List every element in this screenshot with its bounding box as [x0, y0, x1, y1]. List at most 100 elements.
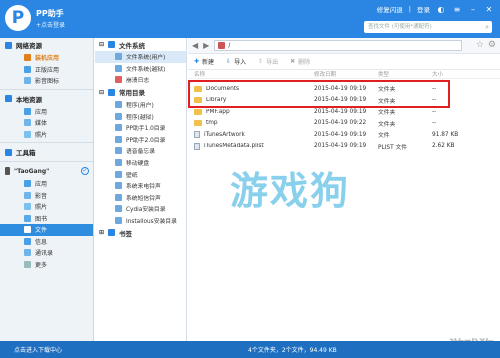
folder-icon [115, 135, 122, 143]
bookmarks-header[interactable]: ⊞ 书签 [95, 226, 186, 239]
tree-item-common[interactable]: 程序(用户) [95, 99, 186, 111]
connected-check-icon: ✓ [81, 167, 89, 175]
gear-icon[interactable]: ⚙ [488, 40, 496, 50]
login-top-link[interactable]: 登录 [417, 4, 430, 14]
folder-icon [115, 101, 122, 109]
collapse-icon: ⊟ [99, 88, 105, 96]
local-resources-header[interactable]: 本地资源 [0, 92, 93, 106]
folder-icon [194, 120, 202, 127]
grid-icon [108, 41, 116, 48]
file-icon [194, 142, 200, 150]
sidebar-item-local-media[interactable]: 媒体 [0, 117, 93, 129]
tree-item-crash-logs[interactable]: 崩溃日志 [95, 74, 186, 86]
network-resources-header[interactable]: 网络资源 [0, 38, 93, 52]
table-row[interactable]: iTunesMetadata.plist 2015-04-19 09:19 PL… [188, 141, 500, 153]
list-icon [108, 88, 116, 96]
tree-item-common[interactable]: 壁纸 [95, 168, 186, 180]
minimize-icon[interactable]: – [468, 5, 478, 14]
tree-item-common[interactable]: 系统来电铃声 [95, 180, 186, 192]
divider [0, 161, 93, 162]
common-dirs-header[interactable]: ⊟ 常用目录 [95, 86, 186, 99]
monitor-icon [5, 95, 12, 102]
folder-icon [115, 53, 122, 61]
sidebar-item-device-more[interactable]: 更多 [0, 259, 93, 271]
skin-icon[interactable]: ◐ [436, 5, 446, 14]
path-input[interactable]: / [214, 40, 463, 51]
media-icon [24, 119, 31, 127]
toolbox-header[interactable]: 工具箱 [0, 145, 93, 159]
sidebar-item-device-contacts[interactable]: 通讯录 [0, 247, 93, 259]
apps-icon [24, 107, 31, 115]
sidebar-item-device-files[interactable]: 文件 [0, 224, 93, 236]
tree-item-fs-jailbreak[interactable]: 文件系统(越狱) [95, 63, 186, 75]
table-row[interactable]: iTunesArtwork 2015-04-19 09:19 文件 91.87 … [188, 129, 500, 141]
sidebar-item-install-apps[interactable]: 装机应用 [0, 52, 93, 64]
sidebar-item-device-books[interactable]: 图书 [0, 213, 93, 225]
directory-tree: ⊟ 文件系统 文件系统(用户) 文件系统(越狱) 崩溃日志 ⊟ 常用目录 程序(… [95, 38, 187, 341]
folder-icon [115, 64, 122, 72]
forward-icon[interactable]: ▶ [203, 41, 209, 50]
book-icon [24, 214, 31, 222]
sidebar-item-device-photos[interactable]: 照片 [0, 201, 93, 213]
status-bar: 点击进入下载中心 4个文件夹，2个文件，94.49 KB [0, 341, 500, 358]
apps-icon [24, 180, 31, 188]
close-icon[interactable]: ✕ [484, 5, 494, 14]
delete-button[interactable]: ✖ 删除 [290, 57, 310, 66]
device-header[interactable]: "TaoGang" ✓ [0, 164, 93, 178]
col-size[interactable]: 大小 [432, 70, 482, 78]
sidebar-item-media-icons[interactable]: 影音图标 [0, 75, 93, 87]
file-icon [194, 131, 200, 139]
folder-icon [194, 108, 202, 115]
sidebar-item-local-apps[interactable]: 应用 [0, 106, 93, 118]
sidebar-item-local-photos[interactable]: 照片 [0, 129, 93, 141]
search-input[interactable]: 查找文件 (可使用*通配符) ⌕ [364, 21, 492, 33]
tree-item-common[interactable]: 程序(越狱) [95, 110, 186, 122]
phone-icon [5, 167, 10, 175]
tree-item-common[interactable]: Installous安装目录 [95, 215, 186, 227]
sidebar-item-device-media[interactable]: 影音 [0, 190, 93, 202]
contacts-icon [24, 249, 31, 257]
top-right-controls: 修复闪退 | 登录 ◐ ≡ – ✕ [377, 4, 494, 15]
star-icon[interactable]: ☆ [476, 40, 484, 50]
bookmark-icon [108, 229, 116, 237]
download-center-link[interactable]: 点击进入下载中心 [0, 345, 94, 354]
import-icon: ⇩ [226, 58, 232, 65]
delete-icon: ✖ [290, 58, 296, 65]
more-icon [24, 260, 31, 268]
folder-icon [115, 205, 122, 213]
login-link[interactable]: +点击登录 [36, 20, 65, 29]
divider [0, 88, 93, 90]
filesystem-header[interactable]: ⊟ 文件系统 [95, 38, 186, 51]
media-icon [24, 191, 31, 199]
table-row[interactable]: tmp 2015-04-19 09:22 文件夹 -- [188, 118, 500, 130]
tree-item-fs-user[interactable]: 文件系统(用户) [95, 51, 186, 63]
repair-link[interactable]: 修复闪退 [377, 4, 403, 14]
tree-item-common[interactable]: Cydia安装目录 [95, 203, 186, 215]
import-button[interactable]: ⇩ 导入 [226, 57, 246, 66]
back-icon[interactable]: ◀ [192, 41, 198, 50]
tree-item-common[interactable]: 语音备忘录 [95, 145, 186, 157]
plus-icon: ✚ [194, 58, 200, 65]
col-name[interactable]: 名称 [188, 70, 314, 78]
sidebar-item-device-apps[interactable]: 应用 [0, 178, 93, 190]
export-button[interactable]: ⇧ 导出 [258, 57, 278, 66]
tree-item-common[interactable]: PP助手2.0目录 [95, 134, 186, 146]
table-header: 名称 修改日期 类型 大小 [188, 70, 500, 79]
sidebar-item-genuine-apps[interactable]: 正版应用 [0, 64, 93, 76]
folder-icon [115, 112, 122, 120]
col-date[interactable]: 修改日期 [314, 70, 378, 78]
message-icon [24, 237, 31, 245]
title-bar: P PP助手 +点击登录 修复闪退 | 登录 ◐ ≡ – ✕ 查找文件 (可使用… [0, 0, 500, 38]
tree-item-common[interactable]: PP助手1.0目录 [95, 122, 186, 134]
red-highlight-box [188, 80, 450, 108]
menu-icon[interactable]: ≡ [452, 5, 462, 14]
left-sidebar: 网络资源 装机应用 正版应用 影音图标 本地资源 应用 媒体 照片 工具箱 "T… [0, 38, 94, 341]
new-button[interactable]: ✚ 新建 [194, 57, 214, 66]
sidebar-item-device-messages[interactable]: 信息 [0, 236, 93, 248]
bell-icon [115, 182, 122, 190]
globe-icon [5, 41, 12, 49]
search-icon[interactable]: ⌕ [485, 21, 489, 33]
col-type[interactable]: 类型 [378, 70, 432, 78]
tree-item-common[interactable]: 系统短信铃声 [95, 192, 186, 204]
tree-item-common[interactable]: 移动硬盘 [95, 157, 186, 169]
